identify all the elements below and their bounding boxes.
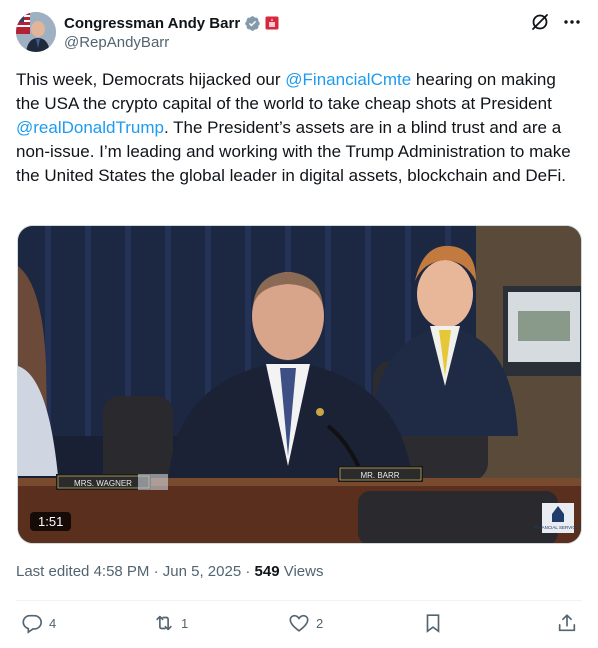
placard-center: MR. BARR — [360, 471, 399, 480]
tweet-header: Congressman Andy Barr @RepAndyBarr — [16, 12, 582, 56]
avatar[interactable] — [16, 12, 56, 52]
heart-icon — [289, 614, 309, 632]
placard-left: MRS. WAGNER — [74, 479, 132, 488]
watermark-text: FINANCIAL SERVICES — [534, 525, 581, 530]
video-frame: MRS. WAGNER MR. BARR FINANCIAL SERVICES — [18, 226, 581, 543]
government-affiliation-icon[interactable] — [265, 16, 279, 30]
bookmark-icon — [426, 614, 440, 633]
share-button[interactable] — [556, 612, 578, 634]
reply-button[interactable]: 4 — [21, 612, 56, 634]
more-options-icon[interactable] — [562, 12, 582, 32]
tweet-date[interactable]: Jun 5, 2025 — [163, 563, 241, 580]
tweet-meta: Last edited 4:58 PM · Jun 5, 2025 · 549 … — [16, 563, 323, 580]
views-count: 549 — [254, 563, 280, 580]
mention-realdonaldtrump-link[interactable]: @realDonaldTrump — [16, 118, 164, 137]
bookmark-button[interactable] — [422, 612, 444, 634]
display-name[interactable]: Congressman Andy Barr — [64, 15, 240, 32]
reply-count: 4 — [49, 615, 57, 631]
tweet-text: This week, Democrats hijacked our @Finan… — [16, 68, 582, 188]
verified-badge-icon[interactable] — [244, 15, 261, 32]
video-player[interactable]: MRS. WAGNER MR. BARR FINANCIAL SERVICES … — [17, 225, 582, 544]
repost-count: 1 — [181, 615, 189, 631]
like-count: 2 — [316, 615, 324, 631]
repost-icon — [156, 615, 172, 631]
separator-dot: · — [245, 563, 251, 580]
video-duration: 1:51 — [30, 512, 72, 531]
grok-icon[interactable] — [530, 12, 550, 32]
share-icon — [558, 614, 576, 632]
action-bar: 4 1 2 — [16, 612, 582, 636]
divider — [16, 600, 582, 601]
tweet-text-part: This week, Democrats hijacked our — [16, 70, 286, 89]
separator-dot: · — [153, 563, 159, 580]
views-label: Views — [283, 563, 324, 580]
mention-financialcmte-link[interactable]: @FinancialCmte — [285, 70, 411, 89]
reply-icon — [22, 614, 42, 634]
edited-label[interactable]: Last edited — [16, 563, 89, 580]
like-button[interactable]: 2 — [288, 612, 323, 634]
repost-button[interactable]: 1 — [153, 612, 188, 634]
handle[interactable]: @RepAndyBarr — [64, 34, 279, 51]
tweet-time[interactable]: 4:58 PM — [94, 563, 150, 580]
